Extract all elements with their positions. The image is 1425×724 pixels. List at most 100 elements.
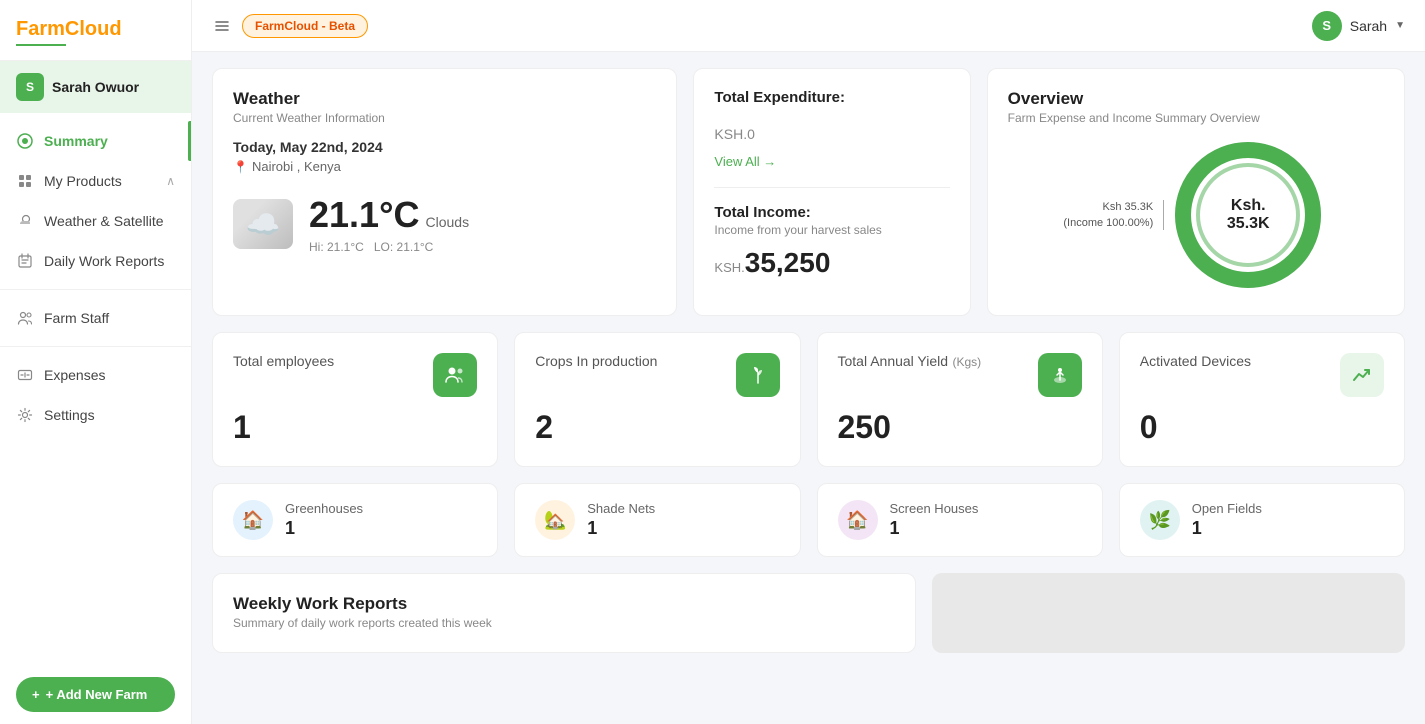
open-icon: 🌿 [1140, 500, 1180, 540]
donut-label-area: Ksh 35.3K (Income 100.00%) [1063, 199, 1153, 232]
weather-temp-value: 21.1 [309, 194, 379, 235]
weather-temperature: 21.1°C [309, 194, 419, 236]
sidebar-collapse-button[interactable] [212, 16, 232, 36]
stat-card-crops-header: Crops In production [535, 353, 779, 397]
weather-icon [16, 212, 34, 230]
overview-title: Overview [1008, 89, 1384, 109]
greenhouse-value: 1 [285, 518, 363, 539]
sidebar-item-products[interactable]: My Products ∧ [0, 161, 191, 201]
sidebar-item-label-farmstaff: Farm Staff [44, 310, 109, 326]
stat-card-employees: Total employees 1 [212, 332, 498, 467]
income-value: 35,250 [745, 247, 831, 278]
sidebar-item-label-summary: Summary [44, 133, 108, 149]
weekly-title: Weekly Work Reports [233, 594, 895, 614]
add-farm-icon: + [32, 687, 40, 702]
greenhouse-label: Greenhouses [285, 501, 363, 516]
weather-details: 21.1°C Clouds Hi: 21.1°C LO: 21.1°C [309, 194, 469, 254]
daily-icon [16, 252, 34, 270]
topbar-user[interactable]: S Sarah ▼ [1312, 11, 1405, 41]
weather-lo: LO: 21.1°C [374, 240, 434, 254]
location-pin-icon: 📍 [233, 160, 248, 174]
expenditure-section: Total Expenditure: KSH.0 View All → [714, 89, 949, 188]
weather-subtitle: Current Weather Information [233, 111, 656, 125]
weekly-chart-placeholder [932, 573, 1405, 653]
stat-card-yield-header: Total Annual Yield (Kgs) [838, 353, 1082, 397]
products-icon [16, 172, 34, 190]
location-card-greenhouses: 🏠 Greenhouses 1 [212, 483, 498, 557]
stat-label-crops: Crops In production [535, 353, 657, 369]
weather-main: ☁️ 21.1°C Clouds Hi: 21.1°C LO: 21.1°C [233, 194, 656, 254]
overview-card: Overview Farm Expense and Income Summary… [987, 68, 1405, 316]
stat-label-employees: Total employees [233, 353, 334, 369]
sidebar-nav: Summary My Products ∧ Weather & Satellit… [0, 113, 191, 665]
location-card-shade: 🏡 Shade Nets 1 [514, 483, 800, 557]
sidebar-item-label-settings: Settings [44, 407, 95, 423]
open-label: Open Fields [1192, 501, 1262, 516]
beta-badge: FarmCloud - Beta [242, 14, 368, 38]
weather-condition-icon: ☁️ [233, 199, 293, 249]
summary-icon [16, 132, 34, 150]
add-farm-label: + Add New Farm [46, 687, 148, 702]
app-logo: FarmCloud [0, 0, 191, 61]
stat-value-crops: 2 [535, 409, 779, 446]
logo-farm: Farm [16, 18, 65, 40]
income-amount: KSH.35,250 [714, 247, 949, 279]
sidebar-item-settings[interactable]: Settings [0, 395, 191, 435]
stat-card-devices-header: Activated Devices [1140, 353, 1384, 397]
view-all-link[interactable]: View All → [714, 154, 776, 169]
open-info: Open Fields 1 [1192, 501, 1262, 539]
screen-label: Screen Houses [890, 501, 979, 516]
overview-chart-area: Ksh 35.3K (Income 100.00%) [1008, 135, 1384, 295]
stat-card-employees-header: Total employees [233, 353, 477, 397]
logo-cloud: Cloud [65, 18, 122, 40]
sidebar-item-expenses[interactable]: Expenses [0, 355, 191, 395]
expenditure-label: Total Expenditure: [714, 89, 949, 106]
expenditure-amount: KSH.0 [714, 114, 949, 146]
settings-icon [16, 406, 34, 424]
expenses-icon [16, 366, 34, 384]
stat-card-crops: Crops In production 2 [514, 332, 800, 467]
sidebar-divider-1 [0, 289, 191, 290]
screen-value: 1 [890, 518, 979, 539]
location-cards-row: 🏠 Greenhouses 1 🏡 Shade Nets 1 🏠 Screen … [212, 483, 1405, 557]
add-new-farm-button[interactable]: + + Add New Farm [16, 677, 175, 712]
donut-chart: Ksh. 35.3K [1168, 135, 1328, 295]
sidebar-item-daily[interactable]: Daily Work Reports [0, 241, 191, 281]
screen-icon: 🏠 [838, 500, 878, 540]
shade-info: Shade Nets 1 [587, 501, 655, 539]
income-label: Total Income: [714, 204, 949, 221]
sidebar-item-weather[interactable]: Weather & Satellite [0, 201, 191, 241]
sidebar-item-farmstaff[interactable]: Farm Staff [0, 298, 191, 338]
weather-hi: Hi: 21.1°C [309, 240, 364, 254]
greenhouse-icon: 🏠 [233, 500, 273, 540]
expenditure-prefix: KSH. [714, 126, 747, 142]
user-dropdown-icon: ▼ [1395, 20, 1405, 31]
farmstaff-icon [16, 309, 34, 327]
sidebar-item-label-products: My Products [44, 173, 122, 189]
sidebar-item-summary[interactable]: Summary [0, 121, 191, 161]
shade-value: 1 [587, 518, 655, 539]
sidebar-user[interactable]: S Sarah Owuor [0, 61, 191, 113]
crops-stat-icon [736, 353, 780, 397]
stat-value-devices: 0 [1140, 409, 1384, 446]
yield-stat-icon [1038, 353, 1082, 397]
weather-hi-lo: Hi: 21.1°C LO: 21.1°C [309, 240, 469, 254]
sidebar-item-label-weather: Weather & Satellite [44, 213, 164, 229]
topbar-avatar: S [1312, 11, 1342, 41]
devices-stat-icon [1340, 353, 1384, 397]
sidebar-item-label-expenses: Expenses [44, 367, 105, 383]
open-value: 1 [1192, 518, 1262, 539]
income-subtitle: Income from your harvest sales [714, 223, 949, 237]
stat-card-yield: Total Annual Yield (Kgs) 250 [817, 332, 1103, 467]
greenhouse-info: Greenhouses 1 [285, 501, 363, 539]
stat-cards-row: Total employees 1 Crops In production 2 [212, 332, 1405, 467]
donut-connector-line [1163, 200, 1164, 230]
weekly-row: Weekly Work Reports Summary of daily wor… [212, 573, 1405, 653]
shade-label: Shade Nets [587, 501, 655, 516]
expenditure-value: 0 [747, 126, 755, 142]
top-cards-row: Weather Current Weather Information Toda… [212, 68, 1405, 316]
stat-label-yield-group: Total Annual Yield (Kgs) [838, 353, 982, 371]
products-expand-icon: ∧ [166, 174, 175, 188]
location-card-screen: 🏠 Screen Houses 1 [817, 483, 1103, 557]
donut-left-label: Ksh 35.3K (Income 100.00%) [1063, 199, 1153, 232]
